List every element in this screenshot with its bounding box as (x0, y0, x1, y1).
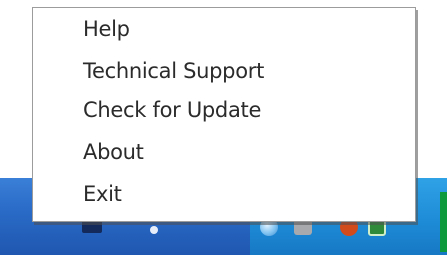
show-desktop-edge[interactable] (440, 192, 447, 252)
menu-item-check-for-update[interactable]: Check for Update (83, 97, 261, 123)
menu-item-exit[interactable]: Exit (83, 181, 122, 207)
menu-item-about[interactable]: About (83, 139, 144, 165)
context-menu: Help Technical Support Check for Update … (32, 7, 416, 222)
taskbar-indicator-dot (150, 226, 158, 234)
menu-item-help[interactable]: Help (83, 16, 130, 42)
menu-item-technical-support[interactable]: Technical Support (83, 58, 264, 84)
